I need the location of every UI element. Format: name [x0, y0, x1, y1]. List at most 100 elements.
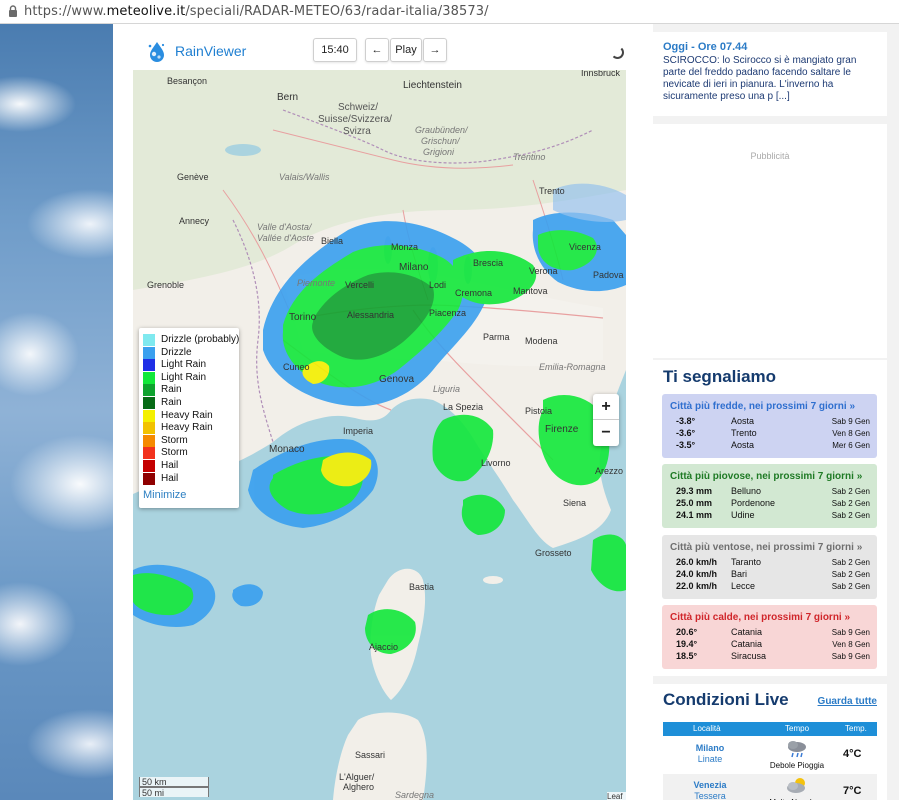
ranking-date: Ven 8 Gen	[832, 640, 870, 649]
ranking-value: 24.1 mm	[676, 510, 713, 520]
legend-label: Rain	[161, 384, 182, 396]
map-label: Lodi	[429, 280, 446, 290]
ranking-row: 18.5° Siracusa Sab 9 Gen	[676, 651, 870, 663]
map-label: Imperia	[343, 426, 373, 436]
legend-label: Rain	[161, 397, 182, 408]
legend-swatch	[143, 371, 155, 384]
map-label: Mantova	[513, 286, 548, 296]
map-label: Valais/Wallis	[279, 172, 330, 182]
map-label: Cremona	[455, 288, 492, 298]
ad-label: Pubblicità	[750, 151, 790, 161]
guarda-tutte-link[interactable]: Guarda tutte	[818, 696, 877, 707]
legend-swatch	[143, 460, 155, 472]
map-label: Torino	[289, 312, 317, 323]
map-label: Sassari	[355, 750, 385, 760]
conditions-row[interactable]: Milano Linate Debole Pioggia 4°C	[663, 737, 877, 773]
ranking-card-title[interactable]: Città più piovose, nei prossimi 7 giorni…	[670, 471, 862, 482]
map-label: Monza	[391, 242, 418, 252]
ranking-value: -3.5°	[676, 440, 696, 450]
scale-mi: 50 mi	[139, 787, 209, 798]
map-label: Besançon	[167, 76, 207, 86]
time-button[interactable]: 15:40	[313, 38, 357, 62]
map-label: Svizra	[343, 126, 371, 137]
ranking-city: Lecce	[731, 581, 756, 591]
address-bar[interactable]: https://www.meteolive.it/speciali/RADAR-…	[0, 0, 899, 24]
ranking-city: Belluno	[731, 486, 762, 496]
ranking-value: 18.5°	[676, 651, 698, 661]
map-label: Genève	[177, 172, 209, 182]
legend-minimize-link[interactable]: Minimize	[143, 489, 186, 501]
map-label: Valle d'Aosta/	[257, 222, 313, 232]
ranking-row: 25.0 mm Pordenone Sab 2 Gen	[676, 498, 870, 510]
column-header: Tempo	[785, 724, 810, 733]
ranking-value: -3.6°	[676, 428, 696, 438]
conditions-city[interactable]: Milano	[663, 743, 757, 753]
legend-swatch	[143, 409, 155, 422]
news-box[interactable]: Oggi - Ore 07.44 SCIROCCO: lo Scirocco s…	[653, 32, 887, 116]
ranking-date: Sab 2 Gen	[831, 499, 870, 508]
ranking-date: Sab 2 Gen	[831, 511, 870, 520]
conditions-station: Tessera	[694, 791, 726, 800]
map-label: Verona	[529, 266, 558, 276]
legend-swatch	[143, 359, 155, 372]
rain-cloud-icon	[788, 741, 806, 758]
zoom-in-button[interactable]: +	[593, 394, 619, 420]
zoom-out-button[interactable]: −	[593, 420, 619, 445]
map-label: Bastia	[409, 582, 434, 592]
prev-frame-button[interactable]: ←	[365, 38, 389, 62]
ranking-value: 20.6°	[676, 627, 698, 637]
conditions-city[interactable]: Venezia	[663, 780, 757, 790]
news-title[interactable]: Oggi - Ore 07.44	[663, 41, 747, 53]
legend-swatch	[143, 422, 155, 435]
legend-label: Light Rain	[161, 371, 207, 383]
map-label: Liechtenstein	[403, 80, 462, 91]
partly-cloudy-icon	[787, 778, 805, 793]
map-label: Innsbruck	[581, 70, 621, 78]
ti-segnaliamo-panel: Ti segnaliamo Città più fredde, nei pros…	[653, 360, 887, 676]
map-label: Alghero	[343, 782, 374, 792]
map-label: Annecy	[179, 216, 210, 226]
ranking-city: Aosta	[731, 416, 755, 426]
ranking-date: Sab 9 Gen	[831, 652, 870, 661]
map-label: Grenoble	[147, 280, 184, 290]
ranking-row: 24.0 km/h Bari Sab 2 Gen	[676, 569, 870, 581]
ranking-date: Sab 9 Gen	[831, 628, 870, 637]
legend-label: Hail	[161, 460, 179, 471]
conditions-temp: 4°C	[843, 748, 862, 760]
section-title: Ti segnaliamo	[663, 367, 777, 386]
conditions-temp: 7°C	[843, 785, 862, 797]
legend-swatch	[143, 434, 155, 447]
map-label: Ajaccio	[369, 642, 398, 652]
map-label: Parma	[483, 332, 510, 342]
ranking-city: Pordenone	[731, 498, 776, 508]
ranking-card-title[interactable]: Città più ventose, nei prossimi 7 giorni…	[670, 542, 862, 553]
ranking-date: Sab 9 Gen	[831, 417, 870, 426]
map-label: Biella	[321, 236, 343, 246]
legend-label: Storm	[161, 434, 188, 446]
map-label: Padova	[593, 270, 624, 280]
ranking-city: Aosta	[731, 440, 755, 450]
ranking-date: Sab 2 Gen	[831, 570, 870, 579]
play-button[interactable]: Play	[390, 38, 422, 62]
legend-swatch	[143, 346, 155, 359]
map-label: Genova	[379, 374, 414, 385]
ranking-row: 20.6° Catania Sab 9 Gen	[676, 627, 870, 639]
ranking-row: 29.3 mm Belluno Sab 2 Gen	[676, 486, 870, 498]
map-scale: 50 km 50 mi	[139, 777, 209, 798]
map-attribution[interactable]: Leaf	[607, 792, 626, 800]
map-label: Monaco	[269, 444, 305, 455]
ranking-row: -3.8° Aosta Sab 9 Gen	[676, 416, 870, 428]
news-body[interactable]: SCIROCCO: lo Scirocco si è mangiato gran…	[663, 55, 879, 103]
next-frame-button[interactable]: →	[423, 38, 447, 62]
conditions-row[interactable]: VeneziaTesseraMolto Nuvoloso7°C	[663, 774, 877, 800]
ranking-card-title[interactable]: Città più fredde, nei prossimi 7 giorni …	[670, 401, 855, 412]
map-label: Trento	[539, 186, 565, 196]
ranking-card-title[interactable]: Città più calde, nei prossimi 7 giorni »	[670, 612, 850, 623]
map-label: Milano	[399, 262, 429, 273]
ranking-city: Trento	[731, 428, 757, 438]
map-label: Grischun/	[421, 136, 461, 146]
condizioni-live-panel: Condizioni Live Guarda tutte Località Te…	[653, 684, 887, 800]
ranking-row: -3.5° Aosta Mer 6 Gen	[676, 440, 870, 452]
ranking-row: 26.0 km/h Taranto Sab 2 Gen	[676, 557, 870, 569]
map-label: Firenze	[545, 424, 579, 435]
